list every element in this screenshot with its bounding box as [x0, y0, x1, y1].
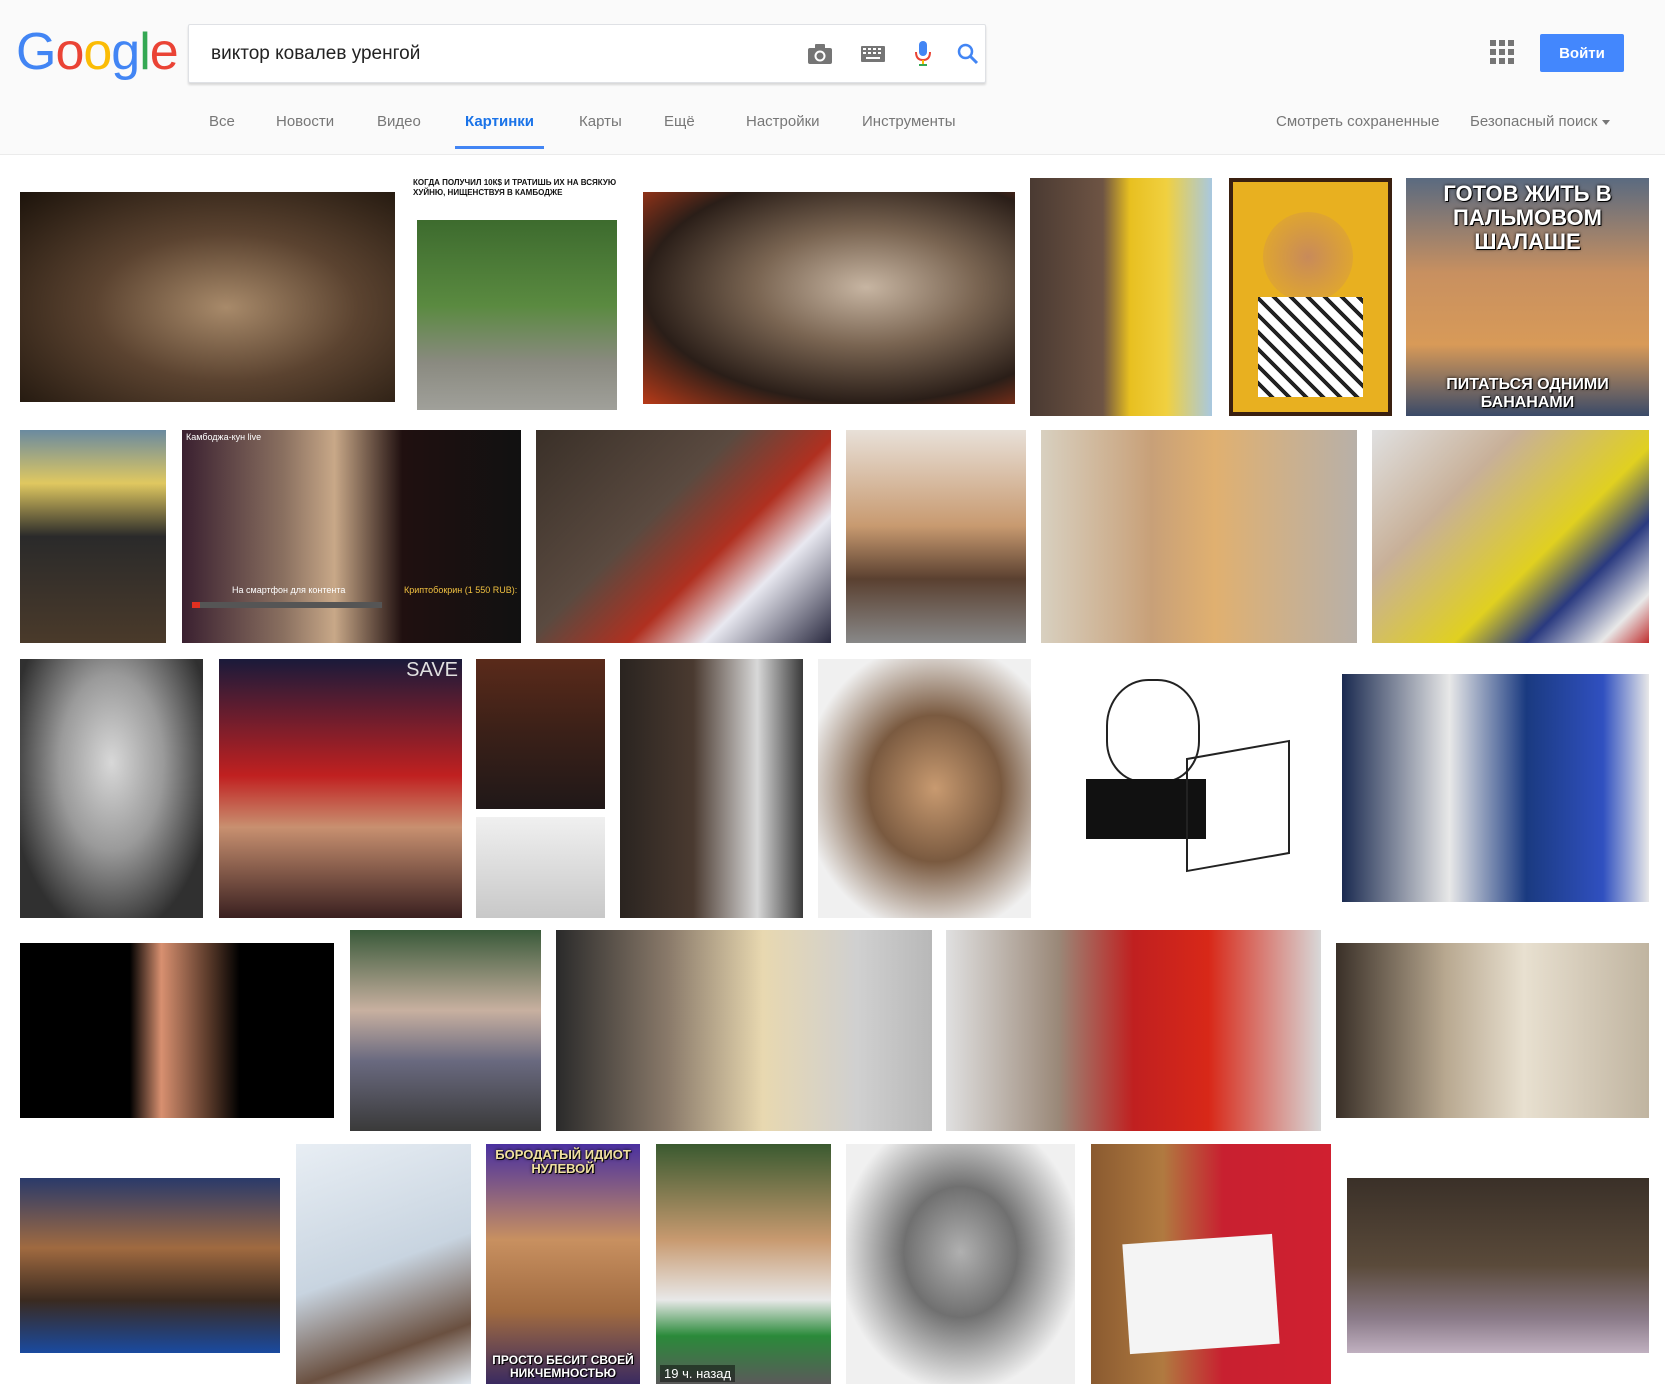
tab-video[interactable]: Видео	[377, 108, 421, 136]
tab-all[interactable]: Все	[209, 108, 235, 136]
image-result[interactable]	[946, 930, 1321, 1131]
header: Google Войти Все Новости Видео Картинки …	[0, 0, 1665, 155]
tab-settings[interactable]: Настройки	[746, 108, 820, 136]
signin-button[interactable]: Войти	[1540, 34, 1624, 72]
meme-caption: КОГДА ПОЛУЧИЛ 10К$ И ТРАТИШЬ ИХ НА ВСЯКУ…	[413, 178, 617, 197]
image-result[interactable]	[296, 1144, 471, 1384]
image-result[interactable]	[536, 430, 831, 643]
video-caption: Криптобокрин (1 550 RUB):	[404, 585, 518, 595]
image-result[interactable]	[1336, 943, 1649, 1118]
logo-letter: o	[55, 23, 84, 81]
video-caption: На смартфон для контента	[232, 585, 346, 595]
image-result[interactable]	[20, 430, 166, 643]
meme-caption: ГОТОВ ЖИТЬ В ПАЛЬМОВОМ ШАЛАШЕ	[1443, 181, 1612, 254]
tab-images[interactable]: Картинки	[454, 108, 545, 149]
video-title: Камбоджа-кун live	[186, 432, 262, 442]
image-result[interactable]: 19 ч. назад	[656, 1144, 831, 1384]
image-result[interactable]	[818, 659, 1031, 918]
logo-letter: o	[83, 23, 112, 81]
image-result[interactable]	[20, 659, 203, 918]
image-result[interactable]	[1342, 674, 1649, 902]
mic-icon[interactable]	[908, 39, 938, 69]
image-result[interactable]	[350, 930, 541, 1131]
meme-caption: ПИТАТЬСЯ ОДНИМИ БАНАНАМИ	[1446, 376, 1609, 411]
image-result[interactable]	[20, 1178, 280, 1353]
overlay-text: SAVE	[406, 659, 458, 681]
image-result[interactable]	[20, 192, 395, 402]
image-result[interactable]	[476, 659, 605, 809]
logo-letter: e	[149, 23, 179, 81]
keyboard-icon[interactable]	[858, 39, 888, 69]
chevron-down-icon	[1602, 119, 1611, 125]
logo-letter: l	[139, 23, 151, 81]
image-result[interactable]	[620, 659, 803, 918]
saved-images-link[interactable]: Смотреть сохраненные	[1276, 108, 1439, 136]
meme-caption: БОРОДАТЫЙ ИДИОТ НУЛЕВОЙ	[495, 1147, 631, 1176]
logo-letter: g	[111, 23, 140, 81]
tab-tools[interactable]: Инструменты	[862, 108, 956, 136]
image-result[interactable]	[1046, 659, 1326, 918]
image-result[interactable]	[476, 817, 605, 918]
image-result[interactable]	[643, 192, 1015, 404]
image-result[interactable]: SAVE	[219, 659, 462, 918]
image-result[interactable]	[1347, 1178, 1649, 1353]
time-stamp: 19 ч. назад	[660, 1365, 736, 1382]
tab-news[interactable]: Новости	[276, 108, 334, 136]
tab-maps[interactable]: Карты	[579, 108, 622, 136]
image-results-grid: КОГДА ПОЛУЧИЛ 10К$ И ТРАТИШЬ ИХ НА ВСЯКУ…	[0, 154, 1665, 1393]
image-result[interactable]: БОРОДАТЫЙ ИДИОТ НУЛЕВОЙ ПРОСТО БЕСИТ СВО…	[486, 1144, 640, 1384]
tab-more[interactable]: Ещё	[664, 108, 695, 136]
meme-caption: ПРОСТО БЕСИТ СВОЕЙ НИКЧЕМНОСТЬЮ	[492, 1353, 634, 1380]
image-result[interactable]	[846, 430, 1026, 643]
safe-search-label: Безопасный поиск	[1470, 113, 1598, 130]
search-input[interactable]	[209, 37, 733, 71]
safe-search-dropdown[interactable]: Безопасный поиск	[1470, 108, 1611, 136]
image-result[interactable]	[556, 930, 932, 1131]
image-result[interactable]	[20, 943, 334, 1118]
image-result[interactable]: КОГДА ПОЛУЧИЛ 10К$ И ТРАТИШЬ ИХ НА ВСЯКУ…	[411, 174, 623, 416]
apps-grid-icon[interactable]	[1490, 40, 1514, 64]
image-result[interactable]: ГОТОВ ЖИТЬ В ПАЛЬМОВОМ ШАЛАШЕ ПИТАТЬСЯ О…	[1406, 178, 1649, 416]
search-box	[188, 24, 986, 83]
image-result[interactable]	[1041, 430, 1357, 643]
image-result[interactable]	[1030, 178, 1212, 416]
camera-icon[interactable]	[805, 39, 835, 69]
image-result[interactable]	[846, 1144, 1075, 1384]
image-result[interactable]: Камбоджа-кун live На смартфон для контен…	[182, 430, 521, 643]
google-logo[interactable]: Google	[16, 22, 179, 82]
search-icon[interactable]	[953, 39, 983, 69]
image-result[interactable]	[1091, 1144, 1331, 1384]
image-result[interactable]	[1229, 178, 1392, 416]
image-result[interactable]	[1372, 430, 1649, 643]
logo-letter: G	[16, 23, 56, 81]
